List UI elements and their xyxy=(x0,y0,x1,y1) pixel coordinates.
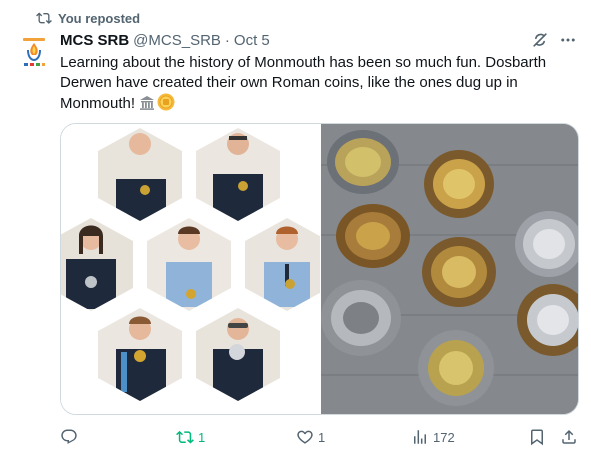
tweet-body: Learning about the history of Monmouth h… xyxy=(60,54,547,112)
tweet-date[interactable]: Oct 5 xyxy=(234,32,270,49)
heart-icon xyxy=(297,430,313,444)
reply-icon xyxy=(61,429,77,444)
repost-count: 1 xyxy=(198,429,206,445)
repost-icon xyxy=(176,430,194,444)
action-bar: 1 1 172 xyxy=(60,426,580,448)
bookmark-button[interactable] xyxy=(528,426,546,448)
tweet-text: Learning about the history of Monmouth h… xyxy=(60,53,580,117)
bookmark-icon xyxy=(531,429,543,446)
reply-button[interactable] xyxy=(60,426,82,448)
like-count: 1 xyxy=(318,429,326,445)
coin-icon xyxy=(157,93,175,117)
students-collage-image[interactable] xyxy=(61,124,329,414)
more-icon[interactable] xyxy=(559,31,577,49)
repost-icon xyxy=(36,12,52,24)
separator-dot: · xyxy=(224,31,230,49)
classical-building-icon xyxy=(139,95,155,117)
author-name[interactable]: MCS SRB xyxy=(60,32,129,49)
views-button[interactable]: 172 xyxy=(411,426,455,448)
share-button[interactable] xyxy=(560,426,578,448)
repost-indicator[interactable]: You reposted xyxy=(36,9,140,27)
views-count: 172 xyxy=(433,429,455,445)
tweet-header: MCS SRB @MCS_SRB · Oct 5 xyxy=(60,30,270,50)
avatar[interactable] xyxy=(14,32,54,72)
coins-photo-image[interactable] xyxy=(321,124,578,414)
author-handle[interactable]: @MCS_SRB xyxy=(133,32,221,49)
like-button[interactable]: 1 xyxy=(296,426,325,448)
share-icon xyxy=(562,429,576,444)
media-grid[interactable] xyxy=(60,123,579,415)
repost-button[interactable]: 1 xyxy=(176,426,205,448)
repost-label: You reposted xyxy=(58,10,141,26)
views-icon xyxy=(414,430,426,444)
grok-icon[interactable] xyxy=(530,30,550,50)
